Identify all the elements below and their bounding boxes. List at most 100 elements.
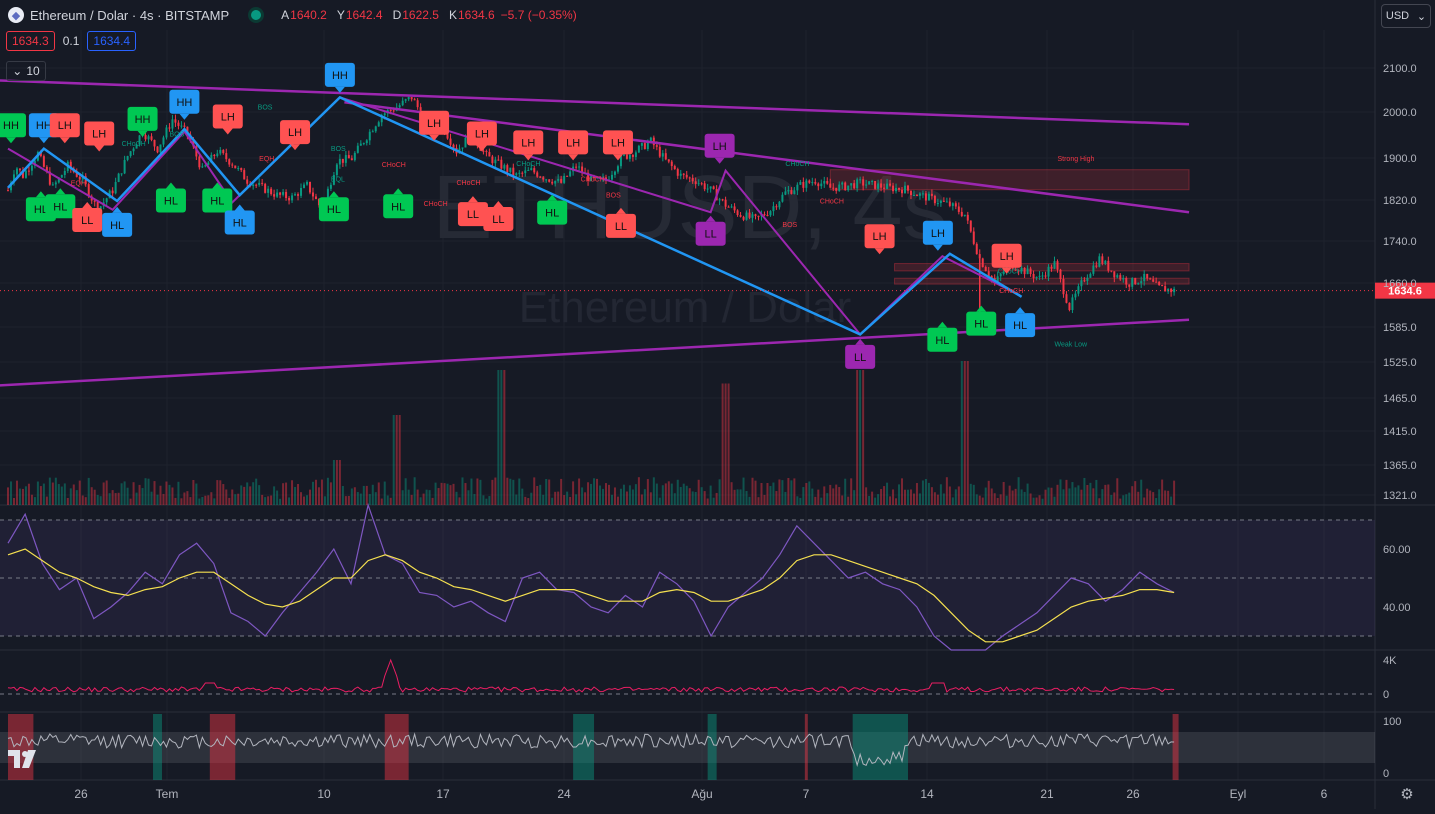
- candle-body: [1173, 288, 1176, 293]
- volume-bar: [440, 482, 443, 505]
- volume-bar: [957, 486, 960, 505]
- candle-body: [1056, 261, 1059, 270]
- volume-bar: [276, 490, 279, 505]
- candle-body: [790, 190, 793, 194]
- structure-annotation: BOS: [782, 222, 797, 229]
- swing-label-text: LH: [475, 129, 489, 141]
- adx-signal-band: [804, 714, 808, 780]
- volume-bar: [751, 477, 754, 505]
- candle-body: [518, 172, 521, 174]
- volume-bar: [500, 370, 503, 505]
- volume-bar: [581, 487, 584, 505]
- chart-stage[interactable]: ETHUSD, 4s Ethereum / Dolar BOS CHoCH BOS EQH…: [0, 0, 1435, 809]
- volume-bar: [721, 383, 724, 505]
- currency-select[interactable]: USD ⌄: [1381, 4, 1431, 28]
- volume-bar: [243, 486, 246, 505]
- candle-body: [54, 182, 57, 185]
- price-tick-label: 1740.0: [1383, 236, 1417, 248]
- candle-body: [311, 192, 314, 197]
- candle-body: [901, 189, 904, 194]
- swing-label-text: LH: [931, 228, 945, 240]
- price-tick-label: 1820.0: [1383, 195, 1417, 207]
- volume-bar: [150, 491, 153, 505]
- volume-bar: [246, 482, 249, 505]
- volume-bar: [966, 361, 969, 505]
- price-tick-label: 2000.0: [1383, 107, 1417, 119]
- candle-body: [545, 179, 548, 181]
- candle-body: [754, 214, 757, 216]
- candle-body: [27, 170, 30, 172]
- volume-bar: [733, 489, 736, 505]
- volume-bar: [9, 481, 12, 505]
- trade-buttons: 1634.3 0.1 1634.4: [6, 31, 137, 51]
- candle-body: [183, 125, 186, 127]
- volume-bar: [114, 493, 117, 505]
- indicators-toggle[interactable]: ⌄ 10: [6, 61, 46, 81]
- candle-body: [906, 185, 909, 191]
- volume-bar: [380, 498, 383, 505]
- rsi-tick-label: 40.00: [1383, 602, 1411, 614]
- settings-gear-icon[interactable]: ⚙: [1398, 786, 1416, 804]
- volume-bar: [204, 495, 207, 505]
- swing-label-pointer: [234, 204, 245, 211]
- volume-bar: [506, 477, 509, 505]
- volume-bar: [228, 497, 231, 505]
- volume-bar: [1101, 489, 1104, 505]
- volume-bar: [425, 489, 428, 505]
- candle-body: [297, 194, 300, 196]
- volume-bar: [739, 489, 742, 505]
- candle-body: [246, 179, 249, 184]
- candle-body: [921, 193, 924, 195]
- candle-body: [1095, 265, 1098, 267]
- volume-bar: [1155, 498, 1158, 505]
- volume-bar: [84, 497, 87, 505]
- swing-label-pointer: [55, 188, 66, 195]
- volume-bar: [93, 489, 96, 505]
- volume-bar: [452, 483, 455, 505]
- candle-body: [778, 201, 781, 208]
- sell-button[interactable]: 1634.3: [6, 31, 55, 51]
- candle-body: [871, 181, 874, 183]
- swing-label-pointer: [222, 128, 233, 135]
- volume-bar: [300, 492, 303, 505]
- candle-body: [180, 125, 183, 127]
- volume-bar: [377, 482, 380, 505]
- volume-bar: [874, 497, 877, 505]
- candle-body: [563, 175, 566, 183]
- volume-bar: [1161, 479, 1164, 505]
- swing-label: HH: [0, 113, 26, 144]
- candle-body: [673, 166, 676, 170]
- tradingview-logo-icon[interactable]: [8, 748, 40, 770]
- candle-body: [60, 175, 63, 178]
- candle-body: [927, 193, 930, 201]
- volume-bar: [673, 493, 676, 505]
- volume-bar: [36, 481, 39, 505]
- candle-body: [270, 188, 273, 195]
- volume-bar: [616, 496, 619, 505]
- volume-bar: [1065, 479, 1068, 505]
- candle-body: [18, 168, 21, 171]
- volume-bar: [539, 484, 542, 505]
- volume-bar: [987, 480, 990, 505]
- open-label: A: [281, 8, 290, 22]
- adx-signal-band: [8, 714, 34, 780]
- chart-svg[interactable]: ETHUSD, 4sEthereum / DolarBOSCHoCHBOSEQH…: [0, 0, 1435, 809]
- volume-bar: [87, 477, 90, 505]
- candle-body: [1059, 269, 1062, 280]
- volume-bar: [787, 477, 790, 505]
- volume-bar: [533, 477, 536, 505]
- candle-body: [972, 231, 975, 244]
- volume-bar: [1143, 497, 1146, 505]
- osc-tick-label: 4K: [1383, 655, 1397, 667]
- candle-body: [700, 183, 703, 185]
- candle-body: [912, 195, 915, 197]
- buy-button[interactable]: 1634.4: [87, 31, 137, 51]
- candle-body: [939, 200, 942, 204]
- candle-body: [213, 154, 216, 156]
- volume-bar: [700, 487, 703, 505]
- candle-body: [763, 214, 766, 216]
- volume-bar: [862, 370, 865, 505]
- symbol-title[interactable]: Ethereum / Dolar · 4s · BITSTAMP: [30, 8, 229, 23]
- swing-label-text: HL: [110, 220, 124, 232]
- candle-body: [889, 183, 892, 186]
